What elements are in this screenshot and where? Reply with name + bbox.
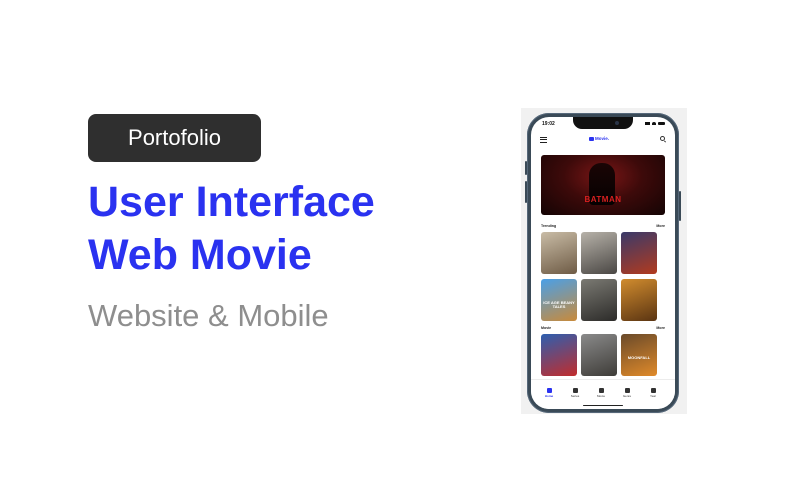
hero-banner[interactable]: BATMAN — [541, 155, 665, 215]
hero-title: BATMAN — [584, 195, 622, 204]
phone-side-button — [525, 181, 527, 203]
tab-home[interactable]: Home — [538, 388, 560, 398]
movie-poster[interactable] — [621, 279, 657, 321]
status-time: 19:02 — [542, 121, 555, 127]
title-line-1: User Interface — [88, 178, 375, 226]
page-subtitle: Website & Mobile — [88, 298, 329, 333]
status-icons — [645, 122, 665, 125]
movie-poster[interactable] — [581, 279, 617, 321]
movie-poster[interactable] — [581, 232, 617, 274]
movie-icon — [598, 388, 604, 393]
wifi-icon — [652, 122, 656, 125]
portfolio-badge: Portofolio — [88, 114, 261, 162]
search-icon[interactable] — [660, 136, 665, 141]
more-link[interactable]: More — [656, 326, 665, 330]
poster-title: ICE AGE BEANY TALES — [543, 300, 575, 309]
section-title: Trending — [541, 224, 557, 228]
phone-side-button — [679, 191, 681, 221]
phone-screen: 19:02 Movie. BATMAN Trending More ICE AGE … — [531, 117, 675, 409]
layers-icon — [650, 388, 656, 393]
movie-poster[interactable] — [541, 334, 577, 376]
menu-icon[interactable] — [540, 137, 547, 144]
movie-poster[interactable]: MOONFALL — [621, 334, 657, 376]
home-icon — [546, 388, 552, 393]
movie-poster[interactable] — [621, 232, 657, 274]
phone-side-button — [525, 161, 527, 175]
logo-text: Movie. — [595, 136, 610, 141]
tab-movie[interactable]: Movie — [590, 388, 612, 398]
tab-label: Year — [649, 394, 657, 398]
more-link[interactable]: More — [656, 224, 665, 228]
bottom-tab-bar: Home Series Movie Genre Year — [531, 379, 675, 409]
series-icon — [572, 388, 578, 393]
grid-icon — [624, 388, 630, 393]
tab-label: Movie — [596, 394, 605, 398]
app-logo[interactable]: Movie. — [589, 136, 609, 141]
poster-title: MOONFALL — [627, 355, 651, 360]
movie-poster[interactable] — [541, 232, 577, 274]
app-bar: Movie. — [531, 133, 675, 147]
title-line-2: Web Movie — [88, 231, 312, 279]
logo-icon — [589, 136, 594, 141]
phone-mockup: 19:02 Movie. BATMAN Trending More ICE AGE … — [525, 113, 681, 413]
tab-year[interactable]: Year — [642, 388, 664, 398]
section-title: Movie — [541, 326, 552, 330]
battery-icon — [658, 122, 665, 125]
page-title: User Interface Web Movie — [88, 176, 448, 282]
tab-genre[interactable]: Genre — [616, 388, 638, 398]
section-header-movie: Movie More — [541, 326, 665, 330]
movie-poster[interactable]: ICE AGE BEANY TALES — [541, 279, 577, 321]
section-header-trending: Trending More — [541, 224, 665, 228]
movie-poster[interactable] — [581, 334, 617, 376]
phone-notch — [573, 117, 633, 129]
tab-series[interactable]: Series — [564, 388, 586, 398]
home-indicator — [583, 404, 623, 406]
signal-icon — [645, 122, 650, 125]
tab-label: Genre — [622, 394, 632, 398]
tab-label: Home — [544, 394, 554, 398]
tab-label: Series — [570, 394, 580, 398]
